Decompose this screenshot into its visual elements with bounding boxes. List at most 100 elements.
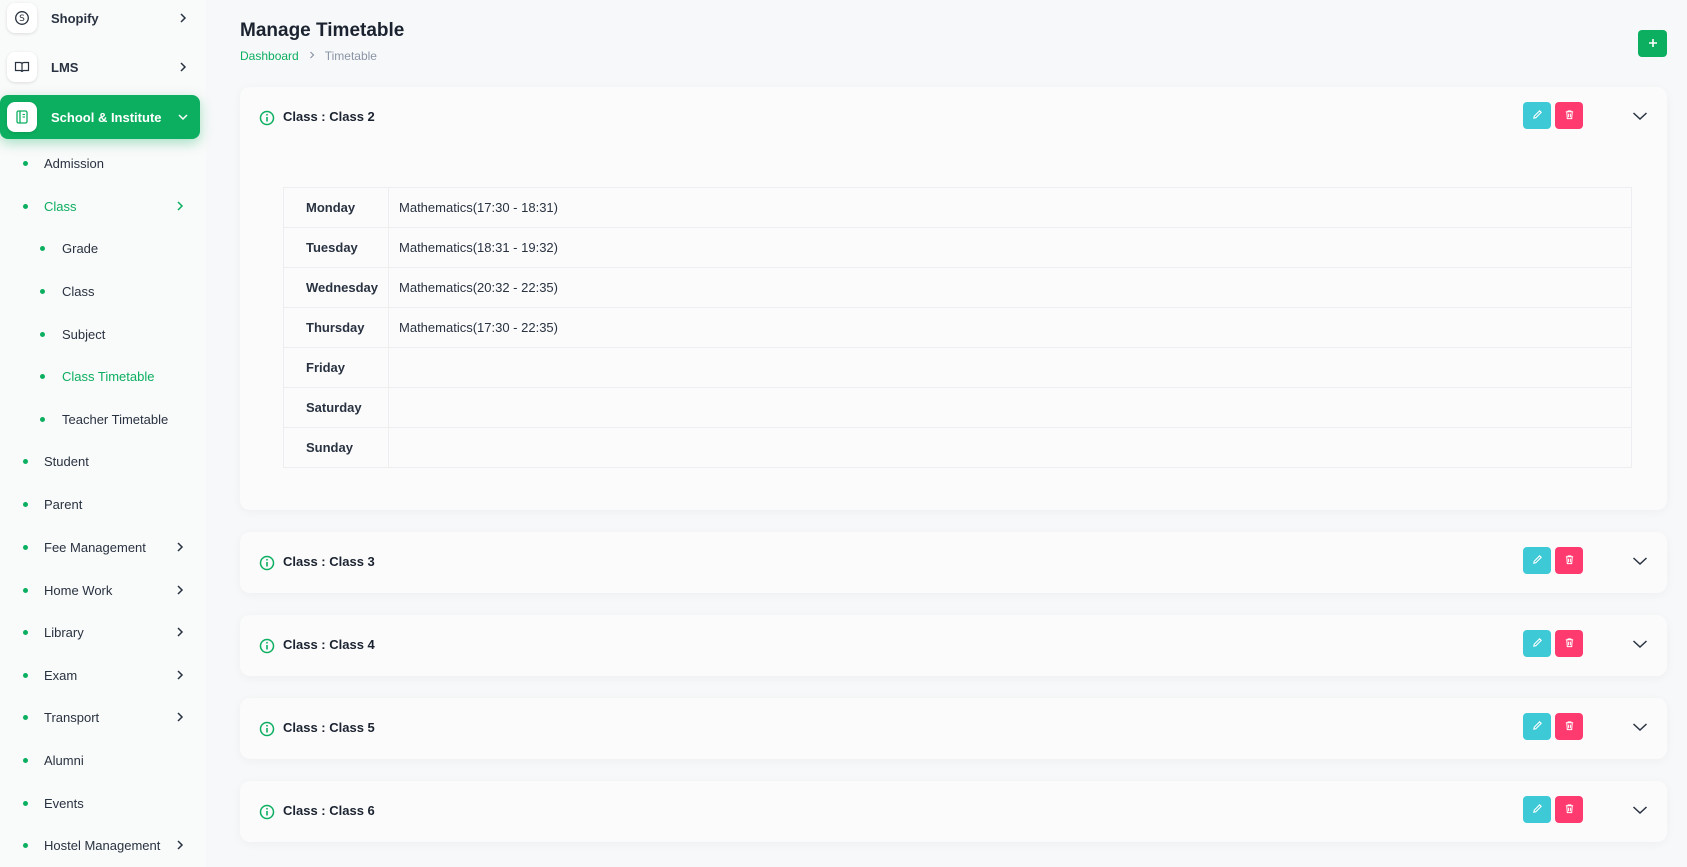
- accordion-header[interactable]: Class : Class 4: [240, 615, 1667, 675]
- sidebar-item-transport[interactable]: Transport: [0, 702, 200, 732]
- table-row: Saturday: [282, 387, 1632, 428]
- table-row: Monday Mathematics(17:30 - 18:31): [282, 187, 1632, 228]
- sidebar-item-fee-management[interactable]: Fee Management: [0, 532, 200, 562]
- table-row: Thursday Mathematics(17:30 - 22:35): [282, 307, 1632, 348]
- sidebar-item-label: School & Institute: [51, 109, 162, 125]
- sidebar-item-parent[interactable]: Parent: [0, 489, 200, 519]
- sidebar-item-label: Events: [44, 795, 84, 811]
- sidebar-item-admission[interactable]: Admission: [0, 148, 200, 178]
- info-icon: [259, 721, 275, 737]
- sidebar-item-label: Fee Management: [44, 539, 146, 555]
- bullet-icon: [23, 160, 28, 166]
- sidebar-item-teacher-timetable[interactable]: Teacher Timetable: [0, 404, 200, 434]
- delete-button[interactable]: [1555, 630, 1583, 657]
- sidebar-item-exam[interactable]: Exam: [0, 660, 200, 690]
- chevron-down-icon[interactable]: [1631, 109, 1649, 123]
- edit-button[interactable]: [1523, 630, 1551, 657]
- chevron-down-icon[interactable]: [1631, 803, 1649, 817]
- bullet-icon: [23, 672, 28, 678]
- accordion-header[interactable]: Class : Class 6: [240, 781, 1667, 841]
- sidebar-item-label: Subject: [62, 326, 106, 342]
- pencil-icon: [1532, 802, 1543, 817]
- sidebar-item-label: Class: [44, 198, 77, 214]
- info-icon: [259, 638, 275, 654]
- schedule-cell: Mathematics(20:32 - 22:35): [388, 267, 1632, 308]
- sidebar-item-student[interactable]: Student: [0, 446, 200, 476]
- svg-text:S: S: [19, 14, 25, 24]
- sidebar-item-label: Class: [62, 283, 95, 299]
- chevron-right-icon: [309, 50, 315, 62]
- pencil-icon: [1532, 719, 1543, 734]
- sidebar-item-label: Class Timetable: [62, 368, 155, 384]
- edit-button[interactable]: [1523, 547, 1551, 574]
- breadcrumb: Dashboard Timetable: [240, 49, 377, 63]
- edit-button[interactable]: [1523, 796, 1551, 823]
- bullet-icon: [23, 501, 28, 507]
- day-cell: Friday: [282, 347, 390, 388]
- delete-button[interactable]: [1555, 102, 1583, 129]
- sidebar-item-label: Shopify: [51, 10, 99, 26]
- chevron-right-icon: [175, 542, 185, 552]
- schedule-cell: Mathematics(18:31 - 19:32): [388, 227, 1632, 268]
- bullet-icon: [23, 842, 28, 848]
- sidebar-item-class-group[interactable]: Class: [0, 191, 200, 221]
- chevron-right-icon: [175, 201, 185, 211]
- chevron-right-icon: [175, 840, 185, 850]
- accordion-header[interactable]: Class : Class 3: [240, 532, 1667, 592]
- sidebar-item-shopify[interactable]: S Shopify: [0, 0, 200, 40]
- delete-button[interactable]: [1555, 713, 1583, 740]
- timetable-card: Class : Class 4: [240, 615, 1667, 676]
- day-cell: Thursday: [282, 307, 390, 348]
- delete-button[interactable]: [1555, 796, 1583, 823]
- sidebar-item-label: Student: [44, 453, 89, 469]
- sidebar-item-label: Grade: [62, 240, 99, 256]
- sidebar-item-alumni[interactable]: Alumni: [0, 745, 200, 775]
- sidebar-item-label: Library: [44, 624, 84, 640]
- sidebar-item-school-institute[interactable]: School & Institute: [0, 95, 200, 139]
- bullet-icon: [23, 203, 28, 209]
- sidebar-item-label: Teacher Timetable: [62, 411, 169, 427]
- sidebar-item-label: Admission: [44, 155, 104, 171]
- bullet-icon: [23, 800, 28, 806]
- edit-button[interactable]: [1523, 713, 1551, 740]
- sidebar-item-hostel-management[interactable]: Hostel Management: [0, 830, 200, 860]
- bullet-icon: [40, 288, 45, 294]
- sidebar-item-class-timetable[interactable]: Class Timetable: [0, 361, 200, 391]
- chevron-right-icon: [178, 62, 188, 72]
- sidebar-item-class[interactable]: Class: [0, 276, 200, 306]
- sidebar-item-events[interactable]: Events: [0, 788, 200, 818]
- chevron-down-icon[interactable]: [1631, 637, 1649, 651]
- chevron-down-icon[interactable]: [1631, 554, 1649, 568]
- edit-button[interactable]: [1523, 102, 1551, 129]
- sidebar-item-home-work[interactable]: Home Work: [0, 575, 200, 605]
- chevron-down-icon[interactable]: [1631, 720, 1649, 734]
- sidebar-item-grade[interactable]: Grade: [0, 233, 200, 263]
- sidebar: S Shopify LMS School & Institute Admissi…: [0, 0, 206, 867]
- sidebar-item-subject[interactable]: Subject: [0, 319, 200, 349]
- accordion-header[interactable]: Class : Class 2: [240, 87, 1667, 147]
- bullet-icon: [23, 544, 28, 550]
- breadcrumb-dashboard-link[interactable]: Dashboard: [240, 49, 299, 63]
- schedule-cell: Mathematics(17:30 - 18:31): [388, 187, 1632, 228]
- card-title: Class : Class 6: [283, 803, 375, 818]
- info-icon: [259, 555, 275, 571]
- shopify-icon: S: [7, 3, 37, 33]
- table-row: Friday: [282, 347, 1632, 388]
- plus-icon: [1648, 36, 1658, 51]
- timetable-card: Class : Class 3: [240, 532, 1667, 593]
- schedule-cell: Mathematics(17:30 - 22:35): [388, 307, 1632, 348]
- timetable-card: Class : Class 5: [240, 698, 1667, 759]
- add-timetable-button[interactable]: [1638, 30, 1667, 57]
- trash-icon: [1564, 108, 1575, 123]
- timetable-card: Class : Class 6: [240, 781, 1667, 842]
- sidebar-item-library[interactable]: Library: [0, 617, 200, 647]
- sidebar-item-lms[interactable]: LMS: [0, 45, 200, 89]
- sidebar-item-label: Alumni: [44, 752, 84, 768]
- timetable-table: Monday Mathematics(17:30 - 18:31) Tuesda…: [282, 187, 1632, 468]
- day-cell: Monday: [282, 187, 390, 228]
- delete-button[interactable]: [1555, 547, 1583, 574]
- bullet-icon: [40, 416, 45, 422]
- accordion-header[interactable]: Class : Class 5: [240, 698, 1667, 758]
- chevron-right-icon: [175, 712, 185, 722]
- trash-icon: [1564, 553, 1575, 568]
